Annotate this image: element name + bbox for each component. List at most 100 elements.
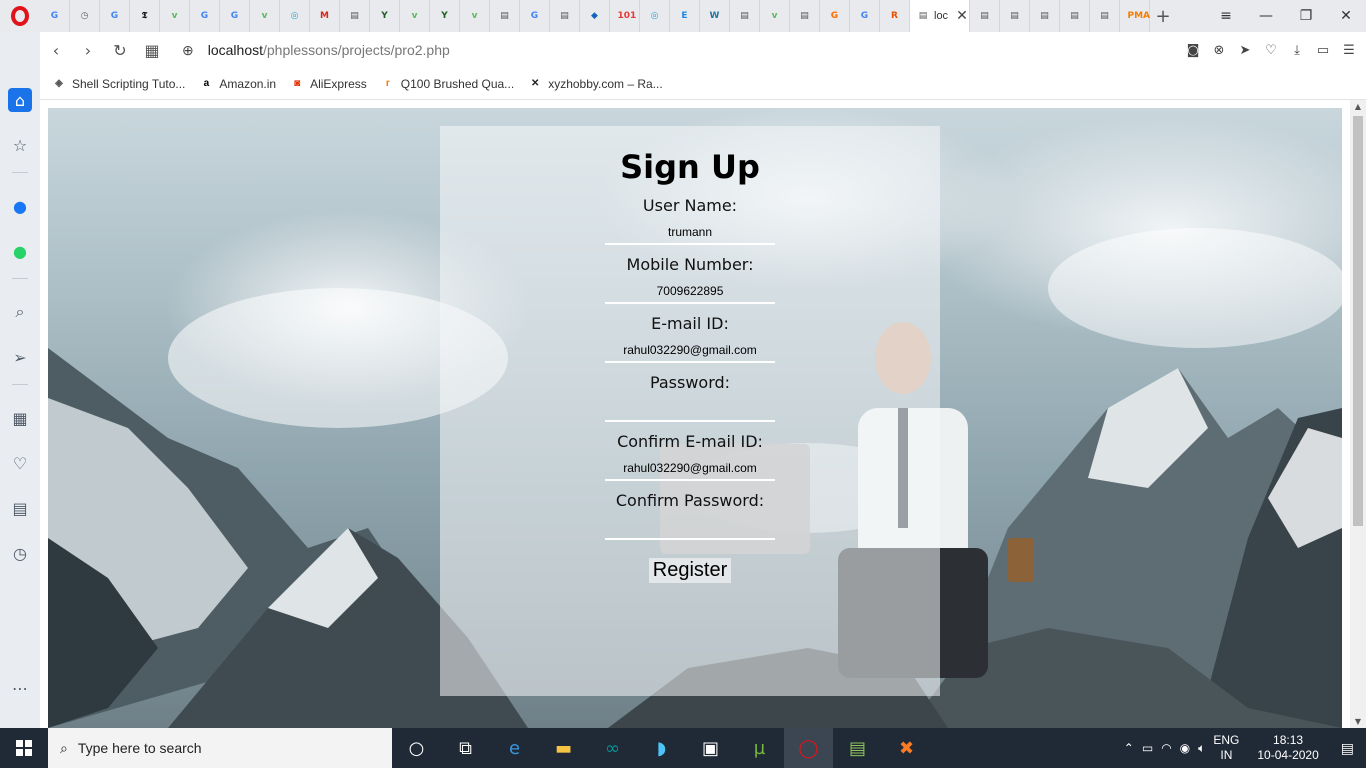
task-view-icon[interactable]: ⧉ (441, 728, 490, 768)
tab[interactable]: v (400, 0, 430, 32)
location-icon[interactable]: ◉ (1180, 741, 1190, 755)
tab[interactable]: ▤ (490, 0, 520, 32)
heart-icon[interactable]: ♡ (8, 451, 32, 475)
tab-menu-icon[interactable]: ≡ (1206, 8, 1246, 24)
tab[interactable]: G (850, 0, 880, 32)
tab[interactable]: ◎ (280, 0, 310, 32)
wifi-icon[interactable]: ◠ (1161, 741, 1171, 755)
cortana-icon[interactable]: ○ (392, 728, 441, 768)
file-explorer-icon[interactable]: ▬ (539, 728, 588, 768)
tab[interactable]: v (160, 0, 190, 32)
menu-icon[interactable]: ☰ (1342, 43, 1356, 58)
tab[interactable]: v (250, 0, 280, 32)
bookmark-item[interactable]: ◙ AliExpress (290, 77, 367, 91)
tab[interactable]: ▤ (550, 0, 580, 32)
tab[interactable]: G (220, 0, 250, 32)
tab[interactable]: ▤ (1060, 0, 1090, 32)
notification-icon[interactable]: ▤ (1341, 740, 1354, 757)
speed-dial-button[interactable]: ▦ (136, 41, 168, 60)
bookmark-item[interactable]: r Q100 Brushed Qua... (381, 77, 514, 91)
password-input[interactable] (605, 516, 775, 540)
clock[interactable]: 18:13 10-04-2020 (1257, 733, 1318, 763)
close-tab-icon[interactable]: ✕ (956, 8, 968, 24)
bird-app-icon[interactable]: ◗ (637, 728, 686, 768)
bookmark-item[interactable]: a Amazon.in (199, 77, 276, 91)
heart-icon[interactable]: ♡ (1264, 43, 1278, 58)
arduino-icon[interactable]: ∞ (588, 728, 637, 768)
battery-icon[interactable]: ▭ (1316, 43, 1330, 58)
camera-icon[interactable]: ◙ (1186, 43, 1200, 58)
download-icon[interactable]: ⤓ (1290, 43, 1304, 58)
tab[interactable]: ▤ (1000, 0, 1030, 32)
opera-menu-button[interactable] (0, 0, 40, 32)
history-icon[interactable]: ◷ (8, 541, 32, 565)
edge-icon[interactable]: e (490, 728, 539, 768)
whatsapp-icon[interactable]: ● (8, 239, 32, 263)
tab[interactable]: Y (370, 0, 400, 32)
messenger-icon[interactable]: ● (8, 194, 32, 218)
tab[interactable]: ▤ (1030, 0, 1060, 32)
tab[interactable]: 101 (610, 0, 640, 32)
bookmark-item[interactable]: ◈ Shell Scripting Tuto... (52, 77, 185, 91)
reload-button[interactable]: ↻ (104, 41, 136, 60)
tab[interactable]: G (190, 0, 220, 32)
search-icon[interactable]: ⌕ (8, 300, 32, 324)
start-button[interactable] (0, 728, 48, 768)
tab[interactable]: G (820, 0, 850, 32)
tab[interactable]: ▤ (970, 0, 1000, 32)
tab[interactable]: ▤ (790, 0, 820, 32)
tab[interactable]: ▤ (1090, 0, 1120, 32)
tab[interactable]: G (40, 0, 70, 32)
apps-grid-icon[interactable]: ▦ (8, 406, 32, 430)
tab[interactable]: v (460, 0, 490, 32)
home-icon[interactable]: ⌂ (8, 88, 32, 112)
notepad-plus-icon[interactable]: ▤ (833, 728, 882, 768)
tab[interactable]: ▤ (730, 0, 760, 32)
tab[interactable]: R (880, 0, 910, 32)
scroll-up-icon[interactable]: ▲ (1350, 102, 1366, 111)
adblock-icon[interactable]: ⊗ (1212, 43, 1226, 58)
tab[interactable]: ◎ (640, 0, 670, 32)
taskbar-search[interactable]: ⌕ Type here to search (48, 728, 392, 768)
tab[interactable]: ▤ (340, 0, 370, 32)
scroll-thumb[interactable] (1353, 116, 1363, 526)
xampp-icon[interactable]: ✖ (882, 728, 931, 768)
scroll-down-icon[interactable]: ▼ (1350, 717, 1366, 726)
volume-icon[interactable]: 🔈︎ (1198, 741, 1205, 756)
text-input[interactable] (605, 457, 775, 481)
text-input[interactable] (605, 221, 775, 245)
restore-button[interactable]: ❐ (1286, 8, 1326, 24)
new-tab-button[interactable]: + (1150, 6, 1176, 27)
tab[interactable]: ◷ (70, 0, 100, 32)
tab[interactable]: PMA (1120, 0, 1150, 32)
chevron-up-icon[interactable]: ⌃ (1124, 741, 1134, 755)
tab[interactable]: G (100, 0, 130, 32)
tab[interactable]: E (670, 0, 700, 32)
tab[interactable]: G (520, 0, 550, 32)
opera-taskbar-icon[interactable]: ◯ (784, 728, 833, 768)
vertical-scrollbar[interactable]: ▲ ▼ (1350, 100, 1366, 728)
password-input[interactable] (605, 398, 775, 422)
bookmark-item[interactable]: ✕ xyzhobby.com – Ra... (528, 77, 663, 91)
language-indicator[interactable]: ENG IN (1213, 733, 1239, 763)
minimize-button[interactable]: — (1246, 8, 1286, 24)
active-tab[interactable]: ▤ loc ✕ (910, 0, 970, 32)
text-input[interactable] (605, 339, 775, 363)
news-icon[interactable]: ▤ (8, 496, 32, 520)
close-window-button[interactable]: ✕ (1326, 8, 1366, 24)
send-icon[interactable]: ➤ (1238, 43, 1252, 58)
more-icon[interactable]: ⋯ (8, 676, 32, 700)
tab[interactable]: W (700, 0, 730, 32)
send-icon[interactable]: ➢ (8, 345, 32, 369)
tab[interactable]: v (760, 0, 790, 32)
utorrent-icon[interactable]: µ (735, 728, 784, 768)
register-button[interactable]: Register (648, 558, 732, 583)
forward-button[interactable]: › (72, 41, 104, 60)
tab[interactable]: ◆ (580, 0, 610, 32)
tab[interactable]: M (310, 0, 340, 32)
text-input[interactable] (605, 280, 775, 304)
battery-icon[interactable]: ▭ (1142, 741, 1153, 755)
tab[interactable]: 𝕿 (130, 0, 160, 32)
back-button[interactable]: ‹ (40, 41, 72, 60)
store-icon[interactable]: ▣ (686, 728, 735, 768)
